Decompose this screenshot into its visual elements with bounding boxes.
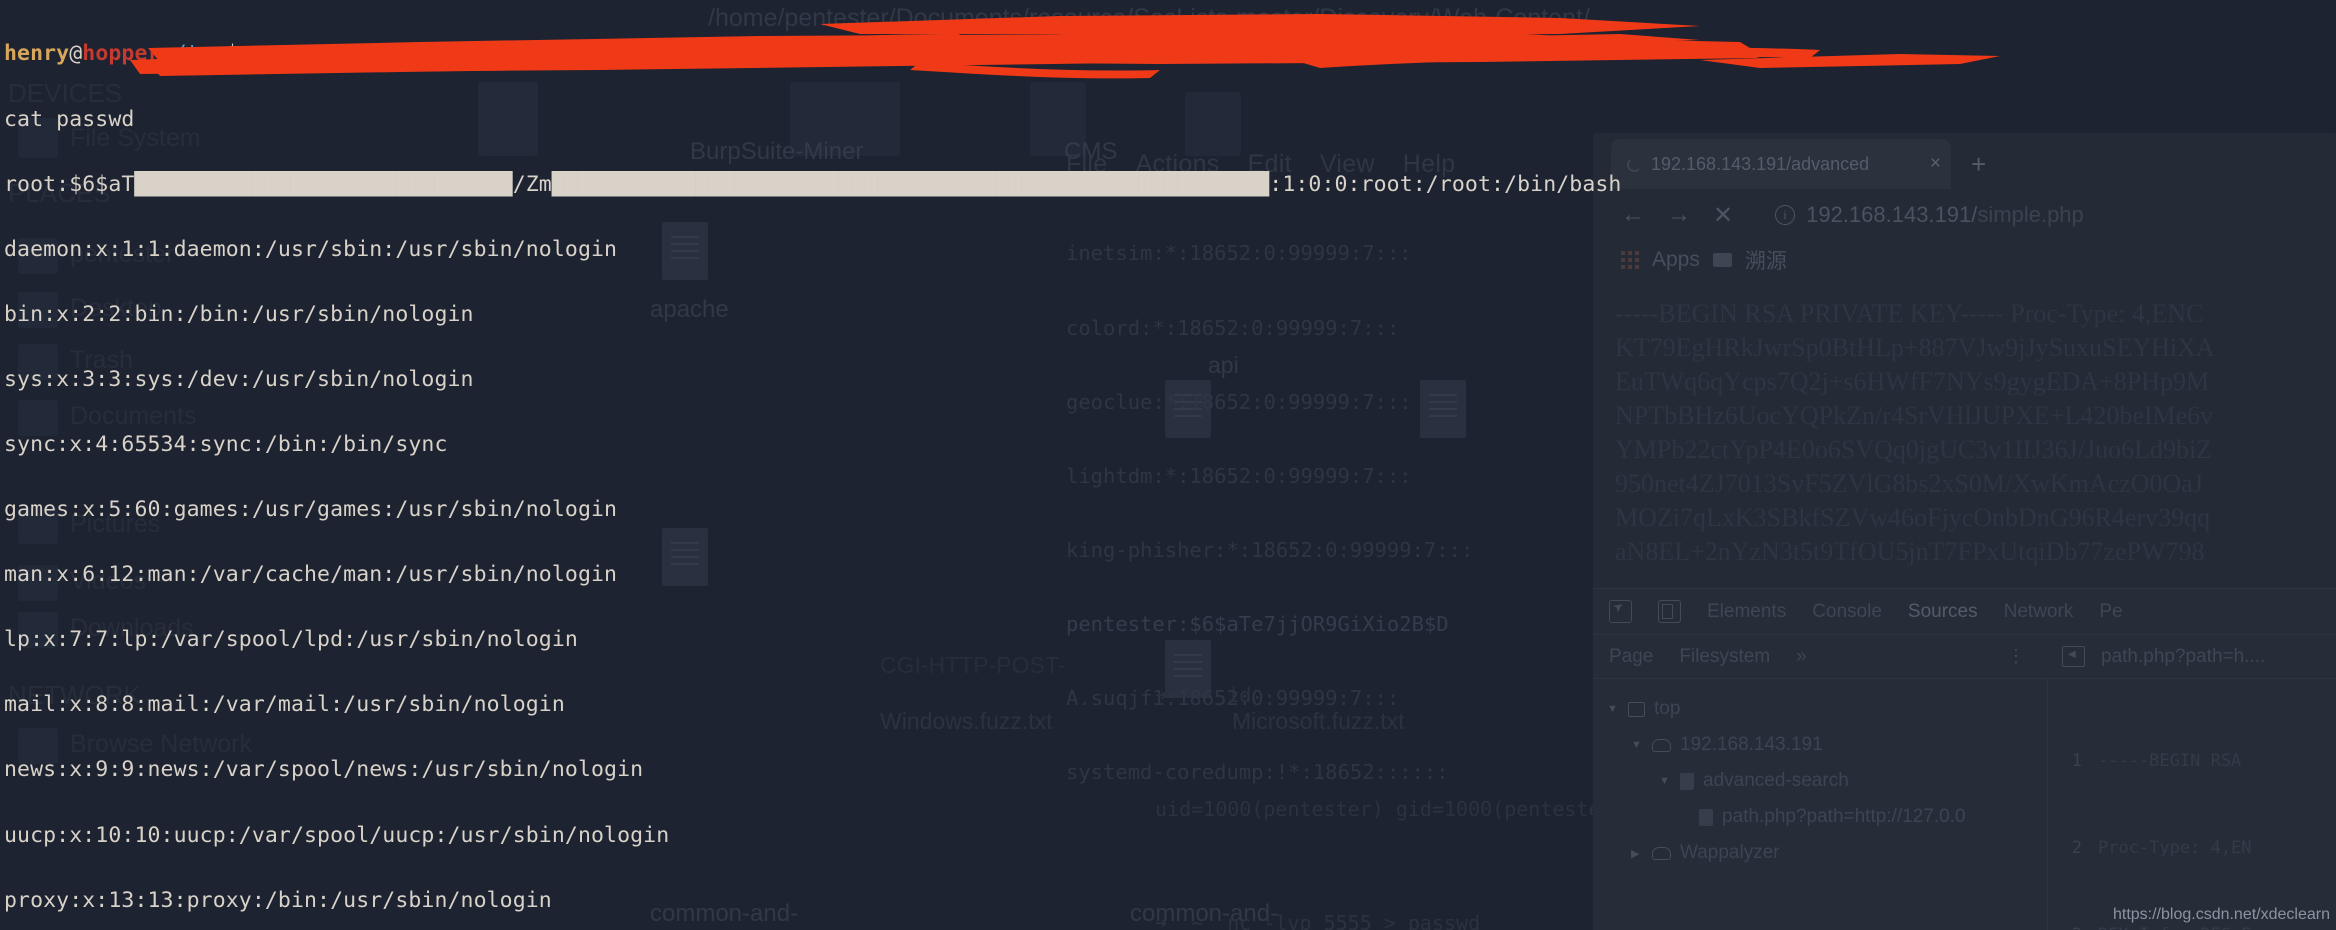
code-text: -----BEGIN RSA <box>2098 751 2242 771</box>
browser-tab-title: 192.168.143.191/advanced <box>1651 153 1870 174</box>
prompt-line: henry@hopper:/tmp$ cat passwd <box>4 43 1621 65</box>
tree-node-top[interactable]: ▼ top <box>1607 691 2047 727</box>
passwd-line: bin:x:2:2:bin:/bin:/usr/sbin/nologin <box>4 301 474 327</box>
line-number: 2 <box>2071 838 2082 858</box>
back-icon[interactable]: ← <box>1621 201 1645 229</box>
tree-node-wappalyzer[interactable]: ▶ Wappalyzer <box>1607 835 2047 871</box>
close-icon[interactable]: × <box>1930 153 1941 175</box>
folder-icon <box>1680 772 1694 790</box>
sources-editor-tabs: path.php?path=h.... <box>2048 646 2336 668</box>
tree-node-file[interactable]: path.php?path=http://127.0.0 <box>1607 799 2047 835</box>
sources-file-tree: ▼ top ▼ 192.168.143.191 ▼ advanced-searc… <box>1593 679 2048 930</box>
page-line: KT79EgHRkJwrSp0BtHLp+887VJw9jJySuxuSEYHi… <box>1615 333 2215 362</box>
prompt-host: hopper <box>82 41 161 67</box>
prompt-at: @ <box>69 41 83 67</box>
tab-elements[interactable]: Elements <box>1707 601 1786 623</box>
page-line: aN8EL+2nYzN3t5t9TfOU5jnT7FPxUtqiDb77zePW… <box>1615 537 2205 566</box>
browser-tabstrip: 192.168.143.191/advanced × + <box>1593 133 2336 189</box>
passwd-line: root:$6$aT█████████████████████████████/… <box>4 171 1622 197</box>
code-line: 1 -----BEGIN RSA <box>2048 747 2336 776</box>
url-prefix: 192.168.143.191/ <box>1806 202 1978 227</box>
passwd-line: sync:x:4:65534:sync:/bin:/bin/sync <box>4 431 448 457</box>
line-number: 1 <box>2071 751 2082 771</box>
subtab-filesystem[interactable]: Filesystem <box>1679 646 1770 668</box>
new-tab-icon[interactable]: + <box>1971 149 1986 180</box>
tree-node-label: path.php?path=http://127.0.0 <box>1722 806 1966 827</box>
page-line: EuTWq6qYcps7Q2j+s6HWfF7NYs9gygEDA+8PHp9M <box>1615 367 2210 396</box>
devtools-panes: ▼ top ▼ 192.168.143.191 ▼ advanced-searc… <box>1593 679 2336 930</box>
forward-icon[interactable]: → <box>1667 201 1691 229</box>
bookmarks-bar: Apps 溯源 <box>1621 245 1787 275</box>
address-bar[interactable]: i 192.168.143.191/simple.php <box>1775 202 2084 228</box>
passwd-line: uucp:x:10:10:uucp:/var/spool/uucp:/usr/s… <box>4 822 670 848</box>
file-icon <box>1699 808 1713 826</box>
code-text: DEK-Info: DES-E <box>2098 925 2252 930</box>
bookmark-apps[interactable]: Apps <box>1652 248 1700 272</box>
page-line: -----BEGIN RSA PRIVATE KEY----- Proc-Typ… <box>1615 299 2204 328</box>
tab-console[interactable]: Console <box>1812 601 1882 623</box>
tree-node-label: advanced-search <box>1703 770 1849 791</box>
passwd-line: games:x:5:60:games:/usr/games:/usr/sbin/… <box>4 497 618 523</box>
code-text: Proc-Type: 4,EN <box>2098 838 2252 858</box>
browser-window: 192.168.143.191/advanced × + ← → ✕ i 192… <box>1593 133 2336 930</box>
passwd-line: daemon:x:1:1:daemon:/usr/sbin:/usr/sbin/… <box>4 236 618 262</box>
prompt-user: henry <box>4 41 70 67</box>
passwd-line: man:x:6:12:man:/var/cache/man:/usr/sbin/… <box>4 562 618 588</box>
apps-grid-icon[interactable] <box>1621 251 1639 269</box>
devtools-subtoolbar: Page Filesystem » ⋮ path.php?path=h.... <box>1593 635 2336 679</box>
browser-tab[interactable]: 192.168.143.191/advanced × <box>1611 139 1951 189</box>
page-line: 950net4ZJ7013SvF5ZVlG8bs2xS0M/XwKmAczO0O… <box>1615 469 2203 498</box>
collapse-sidebar-icon[interactable] <box>2062 646 2085 667</box>
passwd-line: news:x:9:9:news:/var/spool/news:/usr/sbi… <box>4 757 644 783</box>
prompt-path: /tmp <box>173 41 226 67</box>
chevron-down-icon[interactable]: ▼ <box>1631 739 1643 751</box>
prompt-dollar: $ <box>225 41 252 67</box>
echoed-command: cat passwd <box>4 106 135 132</box>
subtab-more-icon[interactable]: » <box>1796 646 1807 668</box>
passwd-line: proxy:x:13:13:proxy:/bin:/usr/sbin/nolog… <box>4 887 552 913</box>
chevron-down-icon[interactable]: ▼ <box>1659 775 1671 787</box>
tree-node-label: 192.168.143.191 <box>1680 734 1823 755</box>
stop-icon[interactable]: ✕ <box>1713 201 1733 230</box>
bookmark-suyuan[interactable]: 溯源 <box>1745 245 1787 275</box>
page-line: NPTbBHz6UocYQPkZn/r4SrVHlJUPXE+L420beIMe… <box>1615 401 2214 430</box>
device-toolbar-icon[interactable] <box>1658 600 1681 623</box>
cloud-icon <box>1652 846 1671 860</box>
tree-node-label: Wappalyzer <box>1680 842 1780 863</box>
code-line: 2 Proc-Type: 4,EN <box>2048 834 2336 863</box>
prompt-command: cat passwd <box>251 41 383 67</box>
url-suffix: simple.php <box>1977 202 2084 227</box>
tree-node-label: top <box>1654 698 1681 719</box>
chevron-right-icon[interactable]: ▶ <box>1631 847 1643 860</box>
browser-navbar: ← → ✕ i 192.168.143.191/simple.php <box>1593 189 2336 241</box>
watermark: https://blog.csdn.net/xdeclearn <box>2112 906 2330 923</box>
sources-navigator-tabs: Page Filesystem » ⋮ <box>1593 646 2048 668</box>
browser-page-content: -----BEGIN RSA PRIVATE KEY----- Proc-Typ… <box>1593 283 2336 588</box>
folder-icon <box>1712 253 1732 267</box>
line-number: 3 <box>2048 921 2082 930</box>
tab-performance[interactable]: Pe <box>2099 601 2122 623</box>
frame-icon <box>1628 701 1645 717</box>
foreground-terminal-output: henry@hopper:/tmp$ cat passwd cat passwd… <box>4 0 1621 930</box>
page-line: MOZi7qLxK3SBkfSZVw46oFjycOnbDnG96R4erv39… <box>1615 503 2211 532</box>
devtools-panel: Elements Console Sources Network Pe Page… <box>1593 588 2336 930</box>
devtools-toolbar: Elements Console Sources Network Pe <box>1593 589 2336 635</box>
tab-sources[interactable]: Sources <box>1908 601 1978 623</box>
passwd-line: sys:x:3:3:sys:/dev:/usr/sbin/nologin <box>4 366 474 392</box>
tree-node-origin[interactable]: ▼ 192.168.143.191 <box>1607 727 2047 763</box>
loading-spinner-icon <box>1627 156 1642 172</box>
editor-file-tab[interactable]: path.php?path=h.... <box>2101 646 2265 668</box>
tree-node-folder[interactable]: ▼ advanced-search <box>1607 763 2047 799</box>
tab-network[interactable]: Network <box>2004 601 2074 623</box>
prompt-colon: : <box>160 41 174 67</box>
sources-code-view: 1 -----BEGIN RSA 2 Proc-Type: 4,EN 3 DEK-In… <box>2048 679 2336 930</box>
passwd-line: lp:x:7:7:lp:/var/spool/lpd:/usr/sbin/nol… <box>4 627 578 653</box>
page-line: YMPb22ctYpP4E0o6SVQq0jgUC3v1IIJ36J/Juo6L… <box>1615 435 2213 464</box>
screen-root: /home/pentester/Documents/resource/SecLi… <box>0 0 2336 930</box>
passwd-line: mail:x:8:8:mail:/var/mail:/usr/sbin/nolo… <box>4 692 565 718</box>
info-icon: i <box>1775 205 1796 225</box>
address-bar-text: 192.168.143.191/simple.php <box>1806 202 2084 228</box>
kebab-menu-icon[interactable]: ⋮ <box>2007 646 2026 667</box>
cloud-icon <box>1652 738 1671 752</box>
